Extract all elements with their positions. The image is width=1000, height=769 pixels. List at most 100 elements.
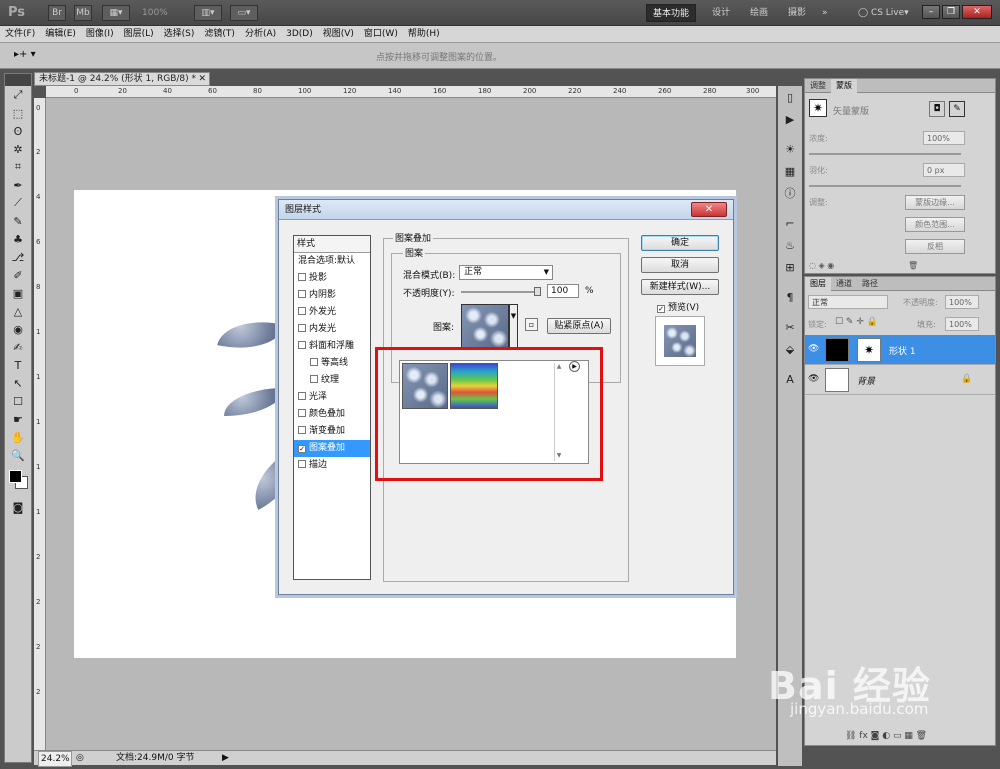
style-item-inner-glow[interactable]: 内发光 <box>294 321 370 338</box>
menu-analysis[interactable]: 分析(A) <box>240 26 281 43</box>
style-item-inner-shadow[interactable]: 内阴影 <box>294 287 370 304</box>
tool-preset-picker[interactable]: ▸+ ▾ <box>14 49 36 60</box>
ok-button[interactable]: 确定 <box>641 235 719 251</box>
lasso-tool-icon[interactable]: ʘ <box>5 122 31 140</box>
style-item-outer-glow[interactable]: 外发光 <box>294 304 370 321</box>
document-tab-close-icon[interactable]: ✕ <box>198 73 206 85</box>
color-swatches[interactable] <box>5 464 31 498</box>
menu-select[interactable]: 选择(S) <box>159 26 200 43</box>
blur-tool-icon[interactable]: △ <box>5 302 31 320</box>
style-item-blending-options[interactable]: 混合选项:默认 <box>294 253 370 270</box>
vector-mask-button[interactable]: ✎ <box>949 101 965 117</box>
pixel-mask-button[interactable]: ◘ <box>929 101 945 117</box>
style-checkbox[interactable] <box>298 290 306 298</box>
mask-panel-footer-icons[interactable]: ◌ ◈ ◉ 🗑 <box>809 261 918 270</box>
adjustment-panel-icon[interactable]: ☀ <box>778 138 802 160</box>
style-item-drop-shadow[interactable]: 投影 <box>294 270 370 287</box>
opacity-slider[interactable] <box>461 287 541 296</box>
preview-checkbox-box[interactable]: ✓ <box>657 305 665 313</box>
close-button[interactable]: ✕ <box>962 5 992 19</box>
style-checkbox[interactable] <box>298 341 306 349</box>
tab-adjustments[interactable]: 调整 <box>805 79 831 93</box>
cs-live-button[interactable]: ◯ CS Live▾ <box>852 4 915 22</box>
clone-stamp-tool-icon[interactable]: ♣ <box>5 230 31 248</box>
history-brush-tool-icon[interactable]: ⎇ <box>5 248 31 266</box>
style-checkbox[interactable] <box>298 460 306 468</box>
animation-panel-icon[interactable]: ⬙ <box>778 338 802 360</box>
new-preset-icon[interactable]: ▫ <box>525 318 538 331</box>
snap-to-origin-button[interactable]: 贴紧原点(A) <box>547 318 611 334</box>
zoom-tool-icon[interactable]: 🔍 <box>5 446 31 464</box>
type-tool-icon[interactable]: T <box>5 356 31 374</box>
feather-input[interactable]: 0 px <box>923 163 965 177</box>
clone-source-panel-icon[interactable]: ♨ <box>778 234 802 256</box>
vertical-ruler[interactable]: 0 2 4 6 8 1 1 1 1 1 2 2 2 2 <box>34 98 46 750</box>
screen-mode-button[interactable]: ▭▾ <box>230 5 258 21</box>
menu-image[interactable]: 图像(I) <box>81 26 119 43</box>
horizontal-ruler[interactable]: 0 20 40 60 80 100 120 140 160 180 200 22… <box>46 86 776 98</box>
dodge-tool-icon[interactable]: ◉ <box>5 320 31 338</box>
style-item-gradient-overlay[interactable]: 渐变叠加 <box>294 423 370 440</box>
menu-view[interactable]: 视图(V) <box>318 26 359 43</box>
workspace-photography[interactable]: 摄影 <box>782 4 812 22</box>
document-tab[interactable]: 未标题-1 @ 24.2% (形状 1, RGB/8) * ✕ <box>34 72 210 86</box>
layer-blend-mode-select[interactable]: 正常 <box>808 295 888 309</box>
tab-paths[interactable]: 路径 <box>857 277 883 291</box>
style-checkbox-checked[interactable]: ✓ <box>298 445 306 453</box>
menu-filter[interactable]: 滤镜(T) <box>199 26 240 43</box>
style-item-texture[interactable]: 纹理 <box>294 372 370 389</box>
blend-mode-select[interactable]: 正常 ▼ <box>459 265 553 280</box>
move-tool-icon[interactable]: ⤢ <box>5 86 31 104</box>
restore-button[interactable]: ❐ <box>942 5 960 19</box>
status-menu-arrow-icon[interactable]: ▶ <box>222 751 229 765</box>
history-panel-icon[interactable]: ▯ <box>778 86 802 108</box>
status-zoom[interactable]: 24.2% <box>38 751 72 767</box>
actions-panel-icon[interactable]: ▶ <box>778 108 802 130</box>
workspace-essentials[interactable]: 基本功能 <box>646 4 697 22</box>
opacity-input[interactable]: 100 <box>547 284 579 298</box>
layer-row-shape1[interactable]: 👁 ✷ 形状 1 <box>805 335 995 365</box>
invert-button[interactable]: 反相 <box>905 239 965 254</box>
mask-edge-button[interactable]: 蒙版边缘... <box>905 195 965 210</box>
layers-panel-footer-icons[interactable]: ⛓ fx ◙ ◐ ▭ ▦ 🗑 <box>845 731 927 741</box>
density-input[interactable]: 100% <box>923 131 965 145</box>
shape-petal[interactable] <box>217 311 285 359</box>
style-checkbox[interactable] <box>298 273 306 281</box>
preview-checkbox[interactable]: ✓ 预览(V) <box>657 300 699 313</box>
healing-brush-tool-icon[interactable]: ⟋ <box>5 194 31 212</box>
status-info-icon[interactable]: ◎ <box>76 751 84 765</box>
brush-panel-icon[interactable]: ⌐ <box>778 212 802 234</box>
3d-rotate-tool-icon[interactable]: ☛ <box>5 410 31 428</box>
minibridge-button[interactable]: Mb <box>74 5 92 21</box>
fill-input[interactable]: 100% <box>945 317 979 331</box>
crop-tool-icon[interactable]: ⌗ <box>5 158 31 176</box>
style-item-stroke[interactable]: 描边 <box>294 457 370 474</box>
style-checkbox[interactable] <box>298 392 306 400</box>
style-checkbox[interactable] <box>298 426 306 434</box>
style-checkbox[interactable] <box>298 324 306 332</box>
tab-channels[interactable]: 通道 <box>831 277 857 291</box>
pattern-swatch[interactable] <box>461 304 509 348</box>
style-item-color-overlay[interactable]: 颜色叠加 <box>294 406 370 423</box>
visibility-eye-icon[interactable]: 👁 <box>808 374 819 384</box>
pen-tool-icon[interactable]: ✍ <box>5 338 31 356</box>
info-panel-icon[interactable]: ⓘ <box>778 182 802 204</box>
eyedropper-tool-icon[interactable]: ✒ <box>5 176 31 194</box>
view-extras-button[interactable]: ▦▾ <box>102 5 130 21</box>
style-item-pattern-overlay[interactable]: ✓ 图案叠加 <box>294 440 370 457</box>
minimize-button[interactable]: – <box>922 5 940 19</box>
layer-row-background[interactable]: 👁 背景 🔒 <box>805 365 995 395</box>
style-checkbox[interactable] <box>310 375 318 383</box>
gradient-tool-icon[interactable]: ▣ <box>5 284 31 302</box>
new-style-button[interactable]: 新建样式(W)... <box>641 279 719 295</box>
style-checkbox[interactable] <box>310 358 318 366</box>
path-select-tool-icon[interactable]: ↖ <box>5 374 31 392</box>
style-item-contour[interactable]: 等高线 <box>294 355 370 372</box>
menu-help[interactable]: 帮助(H) <box>403 26 445 43</box>
lock-icons[interactable]: ☐ ✎ ✛ 🔒 <box>835 317 878 327</box>
zoom-level[interactable]: 100% <box>142 8 168 18</box>
menu-window[interactable]: 窗口(W) <box>359 26 403 43</box>
more-workspaces-icon[interactable]: » <box>816 4 834 22</box>
feather-slider[interactable] <box>809 185 961 187</box>
brush-tool-icon[interactable]: ✎ <box>5 212 31 230</box>
